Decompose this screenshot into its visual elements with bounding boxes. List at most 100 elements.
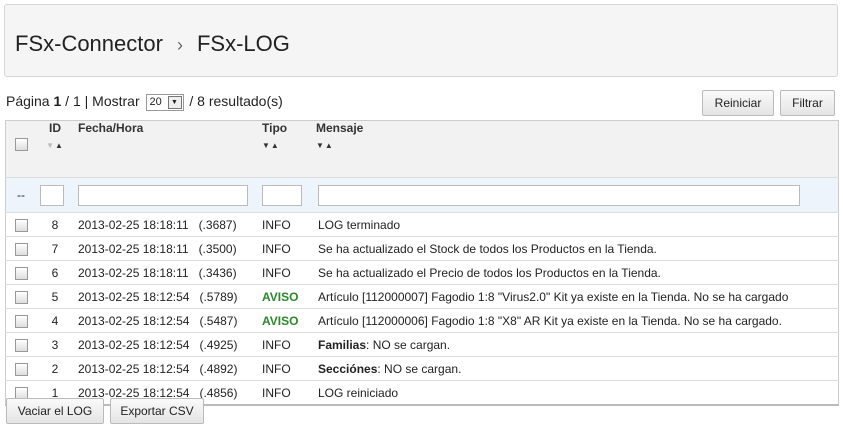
row-fecha-date: 2013-02-25 18:12:54 — [78, 289, 190, 304]
row-id: 7 — [36, 236, 74, 261]
page-title: FSx-LOG — [196, 31, 290, 56]
table-row: 2 2013-02-25 18:12:54 (.4892) INFO Secci… — [5, 356, 839, 381]
row-fecha: 2013-02-25 18:12:54 (.4925) — [74, 332, 262, 357]
row-checkbox[interactable] — [14, 266, 28, 280]
page-header: FSx-Connector › FSx-LOG — [4, 4, 838, 77]
column-header-tipo[interactable]: Tipo — [262, 121, 287, 135]
tipo-filter-input[interactable] — [262, 184, 302, 206]
row-tipo: INFO — [262, 260, 316, 285]
sort-arrows-icon[interactable]: ▼▲ — [316, 141, 838, 150]
row-fecha-ms: (.4925) — [199, 337, 238, 352]
column-header-id[interactable]: ID — [49, 121, 61, 135]
row-id: 5 — [36, 284, 74, 309]
row-fecha: 2013-02-25 18:18:11 (.3687) — [74, 212, 262, 237]
row-fecha-ms: (.3436) — [198, 265, 237, 280]
row-fecha-ms: (.4892) — [199, 361, 238, 376]
breadcrumb-separator-icon: › — [176, 35, 183, 55]
reset-button[interactable]: Reiniciar — [702, 90, 774, 116]
row-fecha-date: 2013-02-25 18:12:54 — [78, 361, 190, 376]
table-row: 6 2013-02-25 18:18:11 (.3436) INFO Se ha… — [5, 260, 839, 285]
table-row: 3 2013-02-25 18:12:54 (.4925) INFO Famil… — [5, 332, 839, 357]
row-fecha: 2013-02-25 18:18:11 (.3436) — [74, 260, 262, 285]
row-mensaje: Artículo [112000006] Fagodio 1:8 "X8" AR… — [316, 308, 839, 333]
row-fecha-date: 2013-02-25 18:12:54 — [78, 313, 190, 328]
row-fecha: 2013-02-25 18:18:11 (.3500) — [74, 236, 262, 261]
row-mensaje-text: Se ha actualizado el Precio de todos los… — [318, 265, 661, 280]
breadcrumb-fsx-connector[interactable]: FSx-Connector — [15, 31, 163, 56]
select-all-checkbox[interactable] — [14, 138, 28, 152]
filter-button[interactable]: Filtrar — [780, 90, 835, 116]
row-checkbox[interactable] — [14, 242, 28, 256]
row-id: 3 — [36, 332, 74, 357]
sort-arrows-icon[interactable]: ▼▲ — [262, 141, 316, 150]
mensaje-filter-input[interactable] — [318, 184, 800, 206]
breadcrumb: FSx-Connector › FSx-LOG — [15, 31, 290, 57]
row-fecha-ms: (.5789) — [199, 289, 238, 304]
row-mensaje: LOG terminado — [316, 212, 839, 237]
row-mensaje-text: LOG reiniciado — [318, 385, 399, 400]
row-fecha-ms: (.3500) — [198, 241, 237, 256]
row-mensaje: Familias: NO se cargan. — [316, 332, 839, 357]
chevron-down-icon: ▼ — [167, 95, 182, 109]
row-tipo: INFO — [262, 356, 316, 381]
row-tipo: AVISO — [262, 284, 316, 309]
row-fecha: 2013-02-25 18:12:54 (.5789) — [74, 284, 262, 309]
row-fecha-date: 2013-02-25 18:12:54 — [78, 337, 190, 352]
row-mensaje-text: LOG terminado — [318, 217, 401, 232]
row-mensaje: LOG reiniciado — [316, 380, 839, 405]
row-checkbox[interactable] — [14, 362, 28, 376]
row-fecha-ms: (.3687) — [198, 217, 237, 232]
per-page-select[interactable]: 20 ▼ — [145, 93, 184, 111]
row-mensaje: Se ha actualizado el Precio de todos los… — [316, 260, 839, 285]
row-fecha-date: 2013-02-25 18:18:11 — [78, 241, 189, 256]
total-pages: / 1 — [65, 93, 81, 109]
export-csv-button[interactable]: Exportar CSV — [110, 398, 204, 424]
row-fecha-date: 2013-02-25 18:18:11 — [78, 265, 189, 280]
row-fecha-ms: (.4856) — [199, 385, 238, 400]
row-checkbox[interactable] — [14, 338, 28, 352]
page-label: Página — [6, 93, 50, 109]
row-mensaje-text: Artículo [112000006] Fagodio 1:8 "X8" AR… — [318, 313, 782, 328]
log-table: ID ▼▲ Fecha/Hora Tipo ▼▲ Mensaje ▼▲ -- 8 20… — [5, 120, 839, 406]
empty-log-button[interactable]: Vaciar el LOG — [6, 398, 104, 424]
fecha-filter-input[interactable] — [78, 184, 248, 206]
current-page: 1 — [53, 93, 62, 109]
row-mensaje: Se ha actualizado el Stock de todos los … — [316, 236, 839, 261]
table-row: 8 2013-02-25 18:18:11 (.3687) INFO LOG t… — [5, 212, 839, 237]
table-row: 5 2013-02-25 18:12:54 (.5789) AVISO Artí… — [5, 284, 839, 309]
row-tipo: AVISO — [262, 308, 316, 333]
sort-arrows-icon[interactable]: ▼▲ — [36, 141, 74, 150]
row-tipo: INFO — [262, 380, 316, 405]
column-header-fecha[interactable]: Fecha/Hora — [74, 120, 262, 178]
row-mensaje-text: : NO se cargan. — [366, 337, 451, 352]
show-label: | Mostrar — [84, 93, 140, 109]
row-id: 8 — [36, 212, 74, 237]
row-id: 4 — [36, 308, 74, 333]
row-mensaje: Artículo [112000007] Fagodio 1:8 "Virus2… — [316, 284, 839, 309]
row-fecha-ms: (.5487) — [199, 313, 238, 328]
table-row: 7 2013-02-25 18:18:11 (.3500) INFO Se ha… — [5, 236, 839, 261]
row-mensaje-text: : NO se cargan. — [377, 361, 462, 376]
table-row: 4 2013-02-25 18:12:54 (.5487) AVISO Artí… — [5, 308, 839, 333]
results-count: / 8 resultado(s) — [189, 93, 283, 109]
row-id: 6 — [36, 260, 74, 285]
row-checkbox[interactable] — [14, 290, 28, 304]
filter-row-marker: -- — [5, 177, 36, 213]
per-page-value: 20 — [149, 95, 162, 108]
row-mensaje-bold: Familias — [318, 337, 367, 352]
id-filter-input[interactable] — [40, 184, 64, 206]
row-fecha: 2013-02-25 18:12:54 (.5487) — [74, 308, 262, 333]
row-tipo: INFO — [262, 236, 316, 261]
row-mensaje: Secciónes: NO se cargan. — [316, 356, 839, 381]
row-checkbox[interactable] — [14, 314, 28, 328]
column-header-mensaje[interactable]: Mensaje — [316, 121, 363, 135]
pagination: Página 1 / 1 | Mostrar 20 ▼ / 8 resultado… — [6, 93, 283, 111]
row-mensaje-bold: Secciónes — [318, 361, 378, 376]
column-header-fecha-label: Fecha/Hora — [78, 121, 144, 135]
row-mensaje-text: Se ha actualizado el Stock de todos los … — [318, 241, 657, 256]
row-checkbox[interactable] — [14, 218, 28, 232]
row-id: 2 — [36, 356, 74, 381]
row-mensaje-text: Artículo [112000007] Fagodio 1:8 "Virus2… — [318, 289, 789, 304]
row-tipo: INFO — [262, 212, 316, 237]
row-tipo: INFO — [262, 332, 316, 357]
